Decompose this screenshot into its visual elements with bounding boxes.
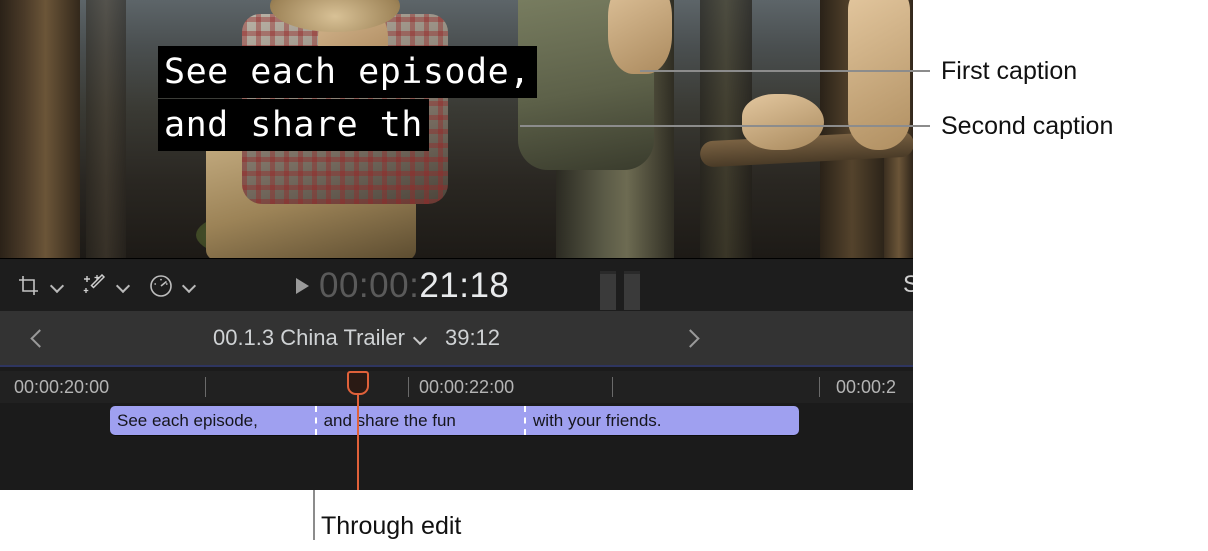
timeline-ruler[interactable]: 00:00:20:00 00:00:22:00 00:00:2 xyxy=(0,371,913,404)
caption-line-second: and share th xyxy=(158,99,429,151)
caption-line-first: See each episode, xyxy=(158,46,537,98)
person-hand xyxy=(742,94,824,150)
project-title: 00.1.3 China Trailer xyxy=(212,325,405,350)
chevron-down-icon[interactable] xyxy=(183,279,196,292)
ruler-tick xyxy=(205,377,206,397)
caption-clip[interactable]: with your friends. xyxy=(524,406,799,435)
audio-meters[interactable] xyxy=(600,271,640,310)
caption-clip[interactable]: See each episode, xyxy=(110,406,315,435)
play-icon[interactable] xyxy=(296,277,309,294)
chevron-down-icon[interactable] xyxy=(117,279,130,292)
speedometer-icon xyxy=(146,271,176,301)
playhead[interactable] xyxy=(347,371,369,490)
project-duration: 39:12 xyxy=(444,325,501,350)
timecode-suffix: 21:18 xyxy=(419,265,510,305)
person-arm xyxy=(608,0,672,74)
ruler-tick xyxy=(612,377,613,397)
viewer-toolbar: 00:00:21:18 S xyxy=(0,258,913,312)
nav-forward-button[interactable] xyxy=(675,323,705,353)
timecode-value: 00:00:21:18 xyxy=(319,266,509,306)
playhead-handle[interactable] xyxy=(347,371,369,395)
second-caption-annotation: Second caption xyxy=(941,112,1114,140)
project-selector[interactable]: 00.1.3 China Trailer 39:12 xyxy=(0,325,713,351)
crop-tool-button[interactable] xyxy=(14,271,64,301)
screenshot-root: See each episode, and share th 00:00:21:… xyxy=(0,0,1208,551)
tree-trunk xyxy=(86,0,126,258)
chevron-right-icon xyxy=(680,328,700,348)
ruler-label: 00:00:20:00 xyxy=(14,377,110,397)
first-caption-leader-line xyxy=(640,70,930,72)
caption-clip-group[interactable]: See each episode, and share the fun with… xyxy=(110,406,799,435)
timecode-prefix: 00:00: xyxy=(319,265,420,305)
first-caption-annotation: First caption xyxy=(941,57,1078,85)
enhance-tool-button[interactable] xyxy=(80,271,130,301)
caption-track[interactable]: See each episode, and share the fun with… xyxy=(0,403,913,490)
audio-meter-right xyxy=(624,271,640,310)
ruler-tick xyxy=(408,377,409,397)
caption-clip-label: See each episode, xyxy=(117,410,258,430)
tree-trunk xyxy=(0,0,80,258)
ruler-label: 00:00:2 xyxy=(836,377,897,397)
video-viewer[interactable]: See each episode, and share th xyxy=(0,0,913,258)
ruler-tick xyxy=(819,377,820,397)
caption-overlay: See each episode, and share th xyxy=(158,46,537,151)
crop-icon xyxy=(14,271,44,301)
through-edit-leader-line xyxy=(313,490,315,540)
caption-clip-label: and share the fun xyxy=(323,410,456,430)
audio-meter-left xyxy=(600,271,616,310)
final-cut-pro-window: See each episode, and share th 00:00:21:… xyxy=(0,0,913,490)
ruler-label: 00:00:22:00 xyxy=(419,377,515,397)
caption-clip[interactable]: and share the fun xyxy=(314,406,524,435)
chevron-down-icon[interactable] xyxy=(414,332,427,345)
magic-wand-icon xyxy=(80,271,110,301)
retime-tool-button[interactable] xyxy=(146,271,196,301)
timeline-panel[interactable]: 00:00:20:00 00:00:22:00 00:00:2 See each… xyxy=(0,371,913,490)
project-navigation-bar: 00.1.3 China Trailer 39:12 xyxy=(0,311,913,365)
second-caption-leader-line xyxy=(520,125,930,127)
chevron-down-icon[interactable] xyxy=(51,279,64,292)
clipped-edge-label: S xyxy=(903,273,913,297)
timecode-display[interactable]: 00:00:21:18 xyxy=(296,259,509,312)
through-edit-annotation: Through edit xyxy=(321,512,462,540)
caption-clip-label: with your friends. xyxy=(533,410,662,430)
person-leg xyxy=(848,0,910,150)
